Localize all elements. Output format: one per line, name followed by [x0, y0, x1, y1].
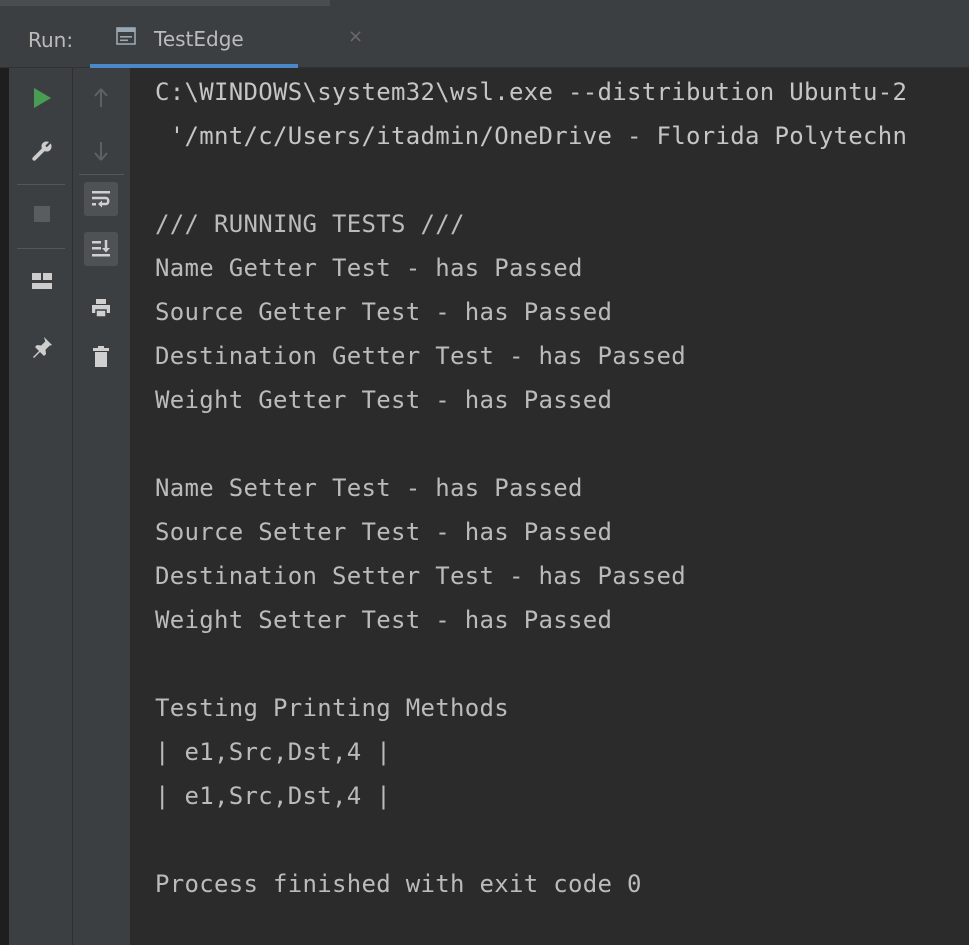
window-border	[0, 68, 9, 945]
test-result-line: Name Setter Test - has Passed	[155, 474, 583, 502]
arrow-up-icon[interactable]	[85, 82, 117, 114]
run-label: Run:	[28, 28, 74, 52]
test-result-line: Weight Getter Test - has Passed	[155, 386, 613, 414]
run-tool-window: Run: TestEdge × C:\WINDOWS\system32\wsl.…	[0, 0, 969, 945]
wrench-icon[interactable]	[26, 135, 58, 167]
soft-wrap-icon[interactable]	[84, 182, 118, 216]
console-window-icon	[116, 27, 136, 45]
test-result-line: Name Getter Test - has Passed	[155, 254, 583, 282]
arrow-down-icon[interactable]	[85, 135, 117, 167]
toolbar-separator	[17, 248, 65, 249]
test-result-line: Destination Getter Test - has Passed	[155, 342, 686, 370]
pin-icon[interactable]	[26, 331, 58, 363]
layout-icon[interactable]	[26, 265, 58, 297]
exit-status-line: Process finished with exit code 0	[155, 870, 642, 898]
test-result-line: Destination Setter Test - has Passed	[155, 562, 686, 590]
toolbar-separator	[79, 174, 124, 175]
tab-testedge[interactable]: TestEdge ×	[90, 8, 363, 68]
run-toolbar-primary	[9, 68, 73, 945]
title-bar-fragment	[0, 0, 330, 6]
command-line-continued: '/mnt/c/Users/itadmin/OneDrive - Florida…	[155, 122, 908, 150]
printing-methods-header: Testing Printing Methods	[155, 694, 509, 722]
rerun-icon[interactable]	[26, 82, 58, 114]
print-icon[interactable]	[85, 292, 117, 324]
command-line: C:\WINDOWS\system32\wsl.exe --distributi…	[155, 78, 908, 106]
tab-title: TestEdge	[154, 27, 244, 51]
test-result-line: Weight Setter Test - has Passed	[155, 606, 613, 634]
running-tests-header: /// RUNNING TESTS ///	[155, 210, 465, 238]
run-toolbar-secondary	[73, 68, 130, 945]
trash-icon[interactable]	[85, 341, 117, 373]
test-result-line: Source Setter Test - has Passed	[155, 518, 613, 546]
console-output[interactable]: C:\WINDOWS\system32\wsl.exe --distributi…	[130, 68, 969, 945]
scroll-to-end-icon[interactable]	[84, 232, 118, 266]
print-output-line: | e1,Src,Dst,4 |	[155, 782, 391, 810]
toolbar-separator	[17, 184, 65, 185]
stop-icon[interactable]	[26, 198, 58, 230]
close-icon[interactable]: ×	[348, 28, 363, 46]
window-top-edge	[0, 0, 969, 8]
test-result-line: Source Getter Test - has Passed	[155, 298, 613, 326]
print-output-line: | e1,Src,Dst,4 |	[155, 738, 391, 766]
run-tab-bar: Run: TestEdge ×	[0, 8, 969, 68]
